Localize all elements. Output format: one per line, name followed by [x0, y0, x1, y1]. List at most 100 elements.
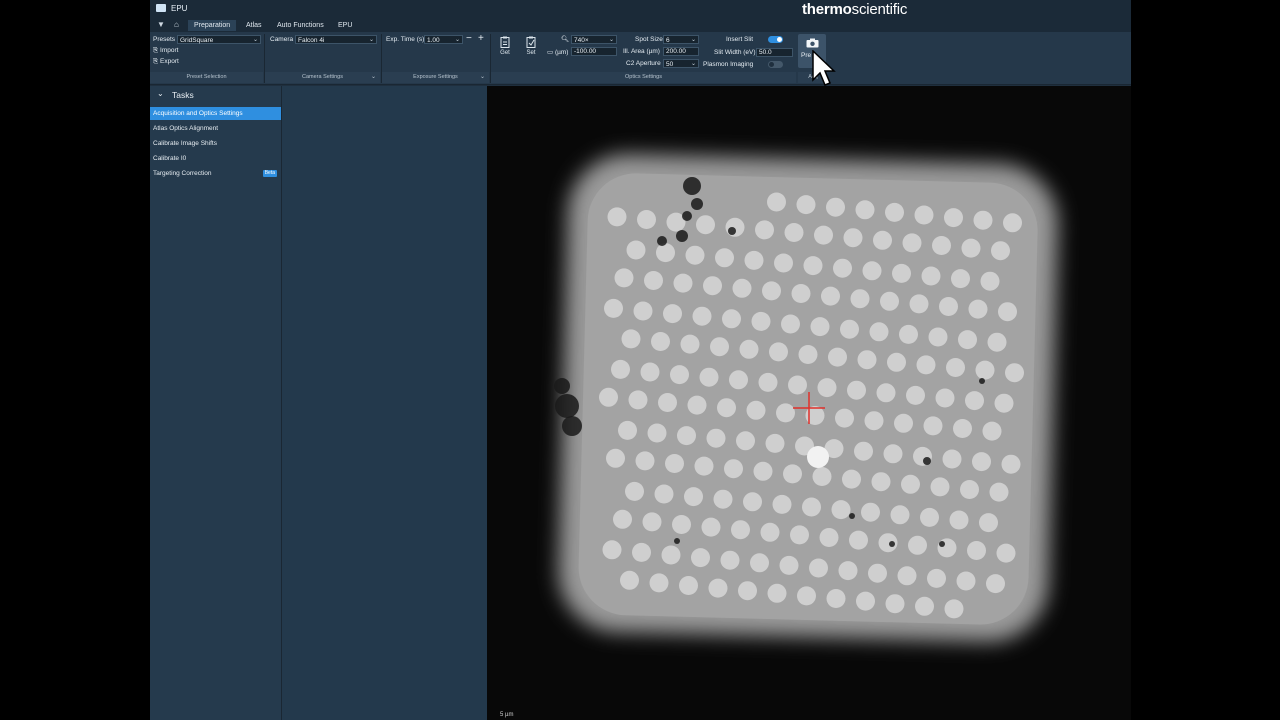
hole	[642, 512, 662, 532]
insert-slit-toggle[interactable]	[768, 36, 783, 43]
tab-preparation[interactable]: Preparation	[188, 20, 237, 31]
hole	[855, 200, 875, 220]
task-acquisition-optics-settings[interactable]: Acquisition and Optics Settings	[150, 107, 281, 120]
hole	[739, 339, 759, 359]
hole	[814, 225, 833, 245]
section-camera-settings[interactable]: Camera Settings ⌄	[265, 72, 380, 83]
hole	[986, 574, 1005, 594]
hole	[965, 391, 984, 411]
magnification-dropdown[interactable]: 740× ⌄	[571, 35, 617, 44]
task-calibrate-i0[interactable]: Calibrate I0	[150, 152, 281, 165]
c2-aperture-dropdown[interactable]: 50 ⌄	[663, 59, 699, 68]
hole	[640, 362, 660, 382]
hole	[869, 322, 889, 342]
clipboard-set-icon	[526, 36, 536, 48]
hole	[651, 332, 670, 351]
defocus-input[interactable]: -100.00	[571, 47, 617, 56]
hole	[769, 342, 788, 362]
hole	[776, 403, 795, 423]
tab-auto-functions[interactable]: Auto Functions	[271, 20, 330, 31]
hole	[953, 419, 972, 438]
task-settings-panel	[281, 86, 488, 720]
get-button[interactable]: Get	[498, 36, 512, 56]
hole	[972, 452, 991, 472]
hole	[743, 492, 762, 512]
set-button[interactable]: Set	[524, 36, 538, 56]
hole	[661, 545, 681, 565]
camera-icon	[806, 38, 819, 48]
hole	[729, 370, 748, 390]
home-icon[interactable]: ⌂	[174, 20, 179, 29]
hole	[968, 299, 988, 319]
hole	[633, 301, 653, 321]
ill-area-input[interactable]: 200.00	[663, 47, 699, 56]
hole	[946, 358, 965, 377]
hole	[856, 591, 875, 611]
tab-epu[interactable]: EPU	[332, 20, 358, 31]
hole	[647, 423, 667, 443]
tab-atlas[interactable]: Atlas	[240, 20, 268, 31]
hole	[772, 494, 792, 514]
spot-size-dropdown[interactable]: 6 ⌄	[663, 35, 699, 44]
hole	[937, 538, 957, 558]
exp-time-input[interactable]: 1.00 ⌄	[424, 35, 463, 44]
hole	[956, 571, 976, 591]
hole	[796, 195, 816, 215]
collapse-menu-icon[interactable]: ▼	[157, 20, 165, 29]
hole	[625, 481, 644, 501]
tasks-header[interactable]: ⌄ Tasks	[150, 86, 281, 104]
hole	[944, 599, 964, 619]
debris-spot	[657, 236, 667, 246]
spot-size-label: Spot Size	[635, 36, 663, 43]
hole	[982, 421, 1002, 441]
hole	[951, 269, 970, 289]
hole	[826, 589, 846, 608]
hole	[916, 355, 936, 375]
hole	[684, 487, 703, 507]
hole	[797, 586, 816, 606]
hole	[614, 268, 634, 288]
hole	[798, 345, 818, 364]
task-targeting-correction[interactable]: Targeting Correction Beta	[150, 167, 281, 180]
hole	[921, 266, 941, 286]
hole	[626, 240, 646, 260]
hole	[991, 241, 1010, 261]
image-viewer[interactable]	[487, 86, 1131, 720]
hole	[606, 448, 625, 468]
hole	[902, 233, 922, 253]
export-button[interactable]: ⎘ Export	[153, 58, 179, 66]
hole	[607, 207, 627, 227]
hole	[809, 558, 828, 578]
hole	[649, 573, 669, 593]
hole	[958, 330, 977, 350]
beta-badge: Beta	[262, 170, 277, 177]
hole	[706, 428, 726, 448]
task-calibrate-image-shifts[interactable]: Calibrate Image Shifts	[150, 137, 281, 150]
hole	[989, 482, 1009, 502]
camera-dropdown[interactable]: Falcon 4i ⌄	[295, 35, 377, 44]
hole	[994, 393, 1014, 413]
increment-icon[interactable]: +	[478, 33, 484, 44]
task-atlas-optics-alignment[interactable]: Atlas Optics Alignment	[150, 122, 281, 135]
chevron-down-icon: ⌄	[690, 61, 696, 67]
hole	[803, 256, 823, 276]
hole	[828, 347, 847, 367]
hole	[885, 594, 905, 614]
hole	[724, 459, 743, 479]
slit-width-input[interactable]: 50.0	[756, 48, 793, 57]
hole	[791, 284, 811, 303]
presets-dropdown[interactable]: GridSquare ⌄	[177, 35, 261, 44]
hole	[732, 278, 752, 298]
hole	[680, 334, 700, 354]
hole	[840, 319, 859, 339]
hole	[762, 281, 781, 301]
section-exposure-settings[interactable]: Exposure Settings ⌄	[382, 72, 489, 83]
hole	[692, 306, 712, 326]
hole	[699, 367, 719, 387]
debris-spot	[555, 394, 579, 418]
hole	[720, 550, 740, 570]
plasmon-imaging-label: Plasmon Imaging	[703, 61, 754, 68]
import-button[interactable]: ⎘ Import	[153, 47, 178, 55]
plasmon-imaging-toggle[interactable]	[768, 61, 783, 68]
decrement-icon[interactable]: −	[466, 33, 472, 44]
